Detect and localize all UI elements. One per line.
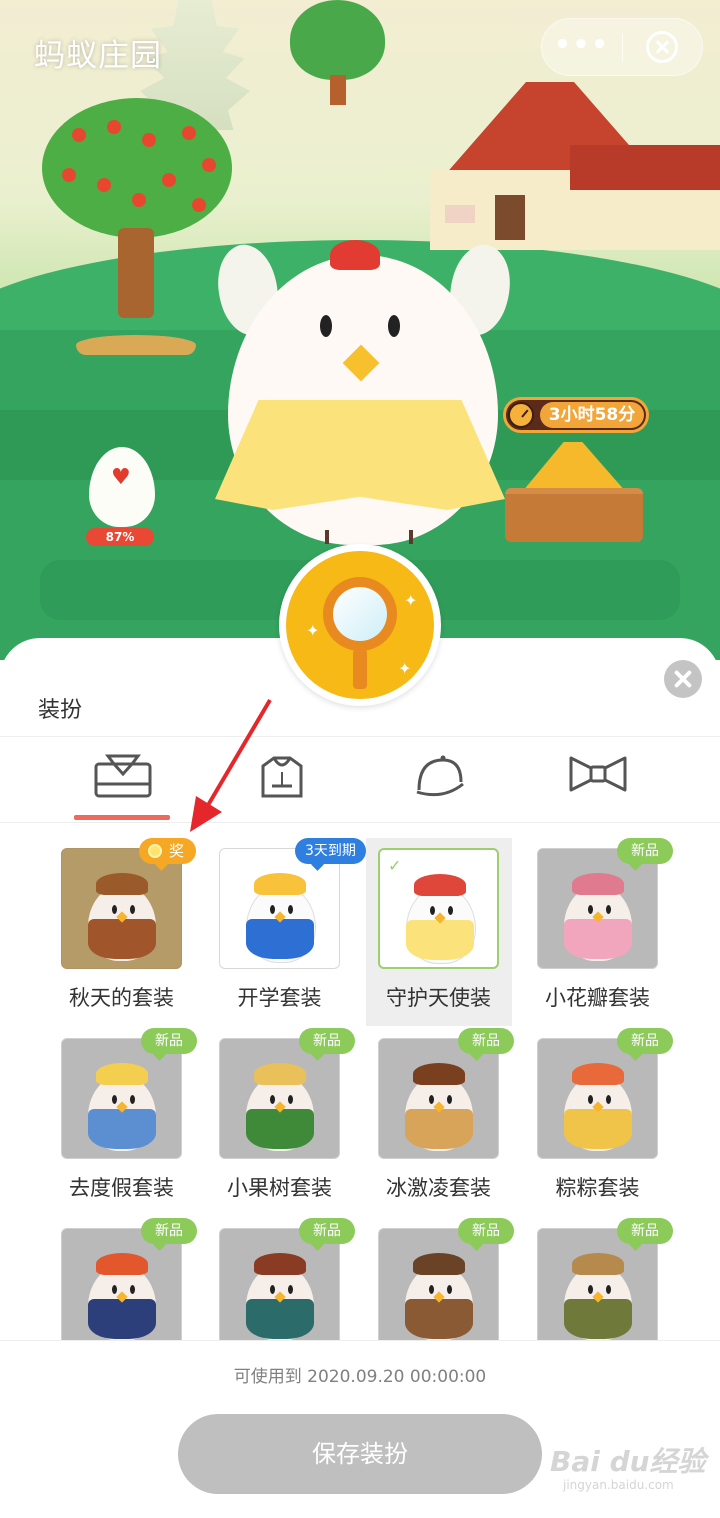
mini-program-capsule: ••• [541, 18, 703, 76]
feed-bowl[interactable] [505, 488, 643, 542]
chicken-outfit-image [240, 871, 320, 963]
outfit-label: 冰激凌套装 [386, 1176, 491, 1200]
small-tree-illustration [290, 0, 385, 105]
watermark-url: jingyan.baidu.com [563, 1478, 674, 1492]
chicken-outfit-image [82, 1251, 162, 1343]
chicken-outfit-image [399, 1251, 479, 1343]
chicken-outfit-image [558, 1251, 638, 1343]
chicken-eye [388, 315, 400, 337]
outfit-label: 守护天使装 [386, 986, 491, 1010]
timer-text: 3小时58分 [540, 402, 644, 428]
active-tab-indicator [74, 815, 170, 820]
new-badge: 新品 [617, 1028, 673, 1054]
dirt-mound [76, 335, 196, 355]
new-badge: 新品 [458, 1028, 514, 1054]
clock-icon [508, 402, 534, 428]
mirror-icon: ✦ ✦ ✦ [286, 551, 434, 699]
app-title: 蚂蚁庄园 [34, 38, 162, 74]
chicken-outfit-image [400, 872, 480, 964]
chicken-feet [325, 530, 413, 544]
chicken-outfit-image [82, 1061, 162, 1153]
eating-timer-badge: 3小时58分 [503, 397, 649, 433]
house-roof [570, 145, 720, 190]
house-window [445, 205, 475, 223]
close-icon[interactable] [646, 31, 678, 63]
divider [0, 736, 720, 737]
tab-bow[interactable] [558, 752, 638, 812]
outfit-thumbnail: ✓ [378, 848, 499, 969]
tab-hoodie[interactable] [242, 752, 322, 812]
heart-icon: ♥ [111, 465, 131, 490]
chicken-outfit-image [558, 871, 638, 963]
divider [0, 822, 720, 823]
coin-icon [148, 844, 162, 858]
chicken-outfit-image [558, 1061, 638, 1153]
valid-until-text: 可使用到 2020.09.20 00:00:00 [233, 1367, 487, 1387]
outfit-label: 去度假套装 [69, 1176, 174, 1200]
new-badge: 新品 [617, 838, 673, 864]
chicken-eye [320, 315, 332, 337]
capsule-divider [622, 33, 623, 61]
chicken-outfit-image [240, 1251, 320, 1343]
clothes-icon [94, 754, 152, 798]
outfit-label: 小果树套装 [227, 1176, 332, 1200]
outfit-label: 粽粽套装 [555, 1176, 640, 1200]
more-icon[interactable]: ••• [542, 19, 622, 75]
new-badge: 新品 [299, 1218, 355, 1244]
tab-hat[interactable] [400, 752, 480, 812]
new-badge: 新品 [141, 1218, 197, 1244]
bow-tie-icon [569, 756, 627, 792]
chicken-outfit-image [399, 1061, 479, 1153]
tab-outfit[interactable] [83, 752, 163, 812]
new-badge: 新品 [141, 1028, 197, 1054]
hat-icon [416, 755, 464, 797]
expiry-badge: 3天到期 [295, 838, 366, 864]
new-badge: 新品 [458, 1218, 514, 1244]
new-badge: 新品 [299, 1028, 355, 1054]
outfit-label: 小花瓣套装 [545, 986, 650, 1010]
house-door [495, 195, 525, 240]
angel-outfit [215, 400, 505, 510]
save-outfit-button[interactable]: 保存装扮 [178, 1414, 542, 1494]
watermark-logo: Bai du经验 [550, 1445, 706, 1478]
tree-trunk [118, 228, 154, 318]
flower-crown [330, 240, 380, 270]
outfit-label: 开学套装 [237, 986, 322, 1010]
egg-progress-label: 87% [86, 528, 154, 546]
mirror-button[interactable]: ✦ ✦ ✦ [279, 544, 441, 706]
new-badge: 新品 [617, 1218, 673, 1244]
hoodie-icon [261, 756, 303, 798]
fruit-tree-illustration[interactable] [42, 98, 232, 238]
outfit-label: 秋天的套装 [69, 986, 174, 1010]
panel-close-button[interactable] [664, 660, 702, 698]
chicken-outfit-image [240, 1061, 320, 1153]
chicken-outfit-image [82, 871, 162, 963]
prize-badge: 奖 [139, 838, 197, 864]
panel-title: 装扮 [38, 698, 83, 723]
